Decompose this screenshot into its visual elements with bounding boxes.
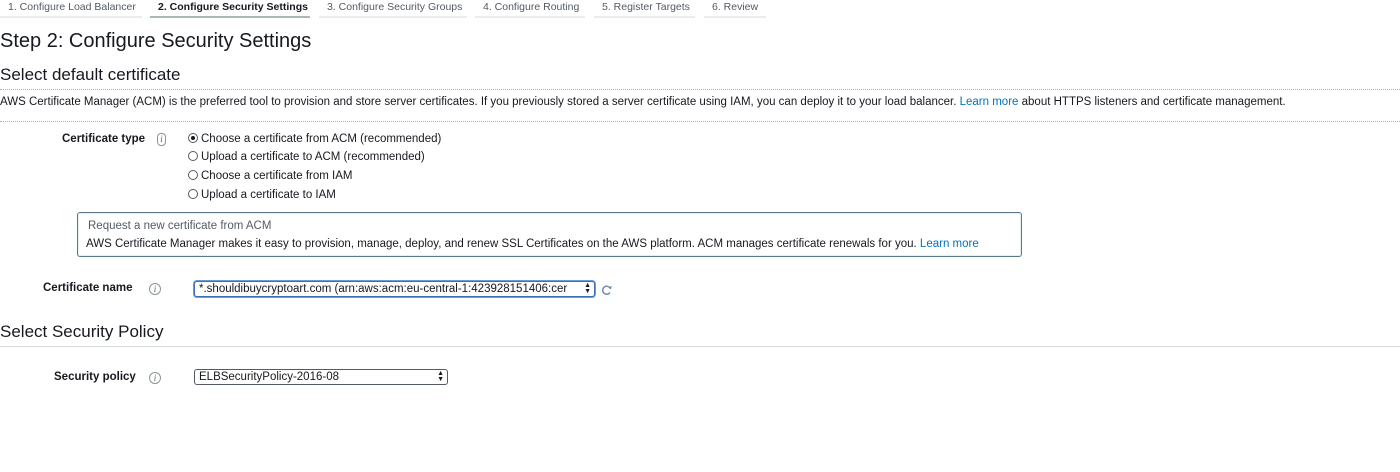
radio-label: Choose a certificate from ACM (recommend… bbox=[201, 133, 442, 145]
radio-button[interactable] bbox=[188, 133, 198, 143]
radio-button[interactable] bbox=[188, 151, 198, 161]
step-configure-load-balancer[interactable]: 1. Configure Load Balancer bbox=[0, 0, 142, 18]
security-policy-value: ELBSecurityPolicy-2016-08 bbox=[199, 371, 339, 383]
select-caret-icon: ▲ ▼ bbox=[437, 370, 444, 383]
section-heading-default-certificate: Select default certificate bbox=[0, 65, 181, 84]
divider bbox=[0, 121, 1400, 122]
step-configure-routing[interactable]: 4. Configure Routing bbox=[475, 0, 585, 18]
acm-learn-more-link[interactable]: Learn more bbox=[920, 238, 979, 250]
intro-text: AWS Certificate Manager (ACM) is the pre… bbox=[0, 96, 1286, 108]
acm-box-description: AWS Certificate Manager makes it easy to… bbox=[86, 238, 917, 250]
radio-button[interactable] bbox=[188, 170, 198, 180]
acm-box-title: Request a new certificate from ACM bbox=[88, 220, 272, 232]
certificate-type-label: Certificate type bbox=[62, 133, 146, 145]
info-icon[interactable]: i bbox=[149, 372, 161, 384]
radio-upload-acm[interactable]: Upload a certificate to ACM (recommended… bbox=[188, 151, 425, 163]
radio-label: Upload a certificate to ACM (recommended… bbox=[201, 151, 425, 163]
radio-button[interactable] bbox=[188, 189, 198, 199]
divider bbox=[0, 89, 1400, 90]
certificate-name-select[interactable]: *.shouldibuycryptoart.com (arn:aws:acm:e… bbox=[194, 281, 595, 297]
intro-suffix: about HTTPS listeners and certificate ma… bbox=[1021, 96, 1286, 108]
certificate-name-value: *.shouldibuycryptoart.com (arn:aws:acm:e… bbox=[199, 283, 568, 295]
acm-info-box: Request a new certificate from ACM AWS C… bbox=[77, 212, 1022, 257]
step-configure-security-settings[interactable]: 2. Configure Security Settings bbox=[150, 0, 310, 18]
learn-more-link[interactable]: Learn more bbox=[960, 96, 1019, 108]
wizard-steps: 1. Configure Load Balancer 2. Configure … bbox=[0, 0, 1400, 20]
section-heading-security-policy: Select Security Policy bbox=[0, 322, 164, 341]
page-title: Step 2: Configure Security Settings bbox=[0, 30, 312, 52]
radio-choose-iam[interactable]: Choose a certificate from IAM bbox=[188, 170, 352, 182]
step-review[interactable]: 6. Review bbox=[704, 0, 766, 18]
step-configure-security-groups[interactable]: 3. Configure Security Groups bbox=[319, 0, 467, 18]
intro-main: AWS Certificate Manager (ACM) is the pre… bbox=[0, 96, 957, 108]
acm-box-text: AWS Certificate Manager makes it easy to… bbox=[86, 238, 979, 250]
radio-label: Upload a certificate to IAM bbox=[201, 189, 336, 201]
refresh-icon[interactable] bbox=[600, 284, 613, 297]
security-policy-select[interactable]: ELBSecurityPolicy-2016-08 ▲ ▼ bbox=[194, 369, 448, 385]
radio-upload-iam[interactable]: Upload a certificate to IAM bbox=[188, 189, 336, 201]
info-icon[interactable]: i bbox=[149, 283, 161, 295]
info-icon[interactable]: i bbox=[157, 133, 166, 146]
radio-choose-acm[interactable]: Choose a certificate from ACM (recommend… bbox=[188, 133, 441, 145]
security-policy-label: Security policy bbox=[54, 371, 136, 383]
step-register-targets[interactable]: 5. Register Targets bbox=[594, 0, 695, 18]
divider bbox=[0, 346, 1400, 347]
select-caret-icon: ▲ ▼ bbox=[584, 282, 591, 295]
radio-label: Choose a certificate from IAM bbox=[201, 170, 353, 182]
certificate-name-label: Certificate name bbox=[43, 282, 133, 294]
